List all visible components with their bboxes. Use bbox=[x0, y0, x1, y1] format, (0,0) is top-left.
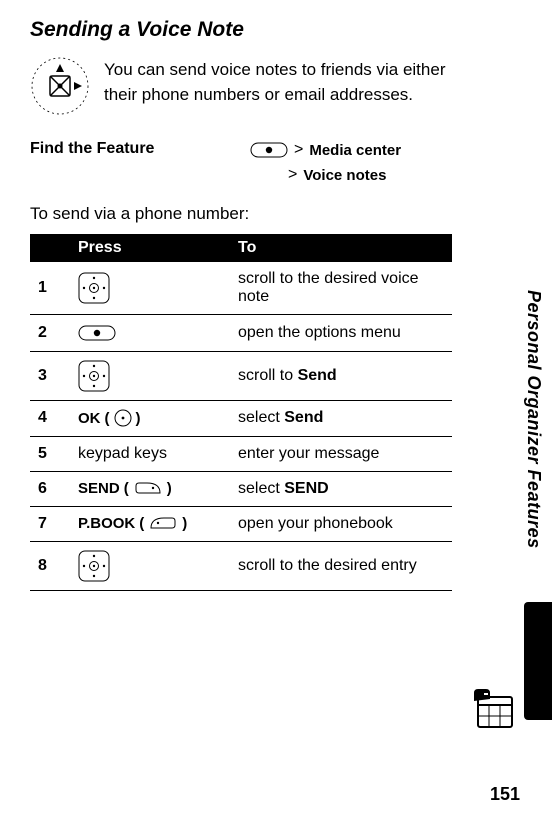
table-row: 7 P.BOOK ( ) open your phonebook bbox=[30, 506, 452, 541]
table-row: 2 open the options menu bbox=[30, 315, 452, 352]
step-number: 7 bbox=[30, 506, 70, 541]
section-title: Sending a Voice Note bbox=[30, 18, 452, 42]
path-sep: > bbox=[294, 141, 303, 159]
intro-text: You can send voice notes to friends via … bbox=[104, 56, 452, 107]
nav-key-icon bbox=[78, 360, 110, 392]
step-number: 2 bbox=[30, 315, 70, 352]
pbook-label: P.BOOK bbox=[78, 515, 135, 532]
path-sep: > bbox=[288, 166, 297, 184]
to-cell: scroll to the desired entry bbox=[230, 541, 452, 590]
paren-close: ) bbox=[167, 480, 172, 497]
nav-key-icon bbox=[78, 550, 110, 582]
steps-table: Press To 1 scroll to the desired voice n… bbox=[30, 234, 452, 591]
table-row: 4 OK ( ) select Send bbox=[30, 401, 452, 437]
step-number: 5 bbox=[30, 436, 70, 471]
send-label: SEND bbox=[78, 480, 120, 497]
section-side-label: Personal Organizer Features bbox=[523, 290, 544, 549]
to-cell: enter your message bbox=[230, 436, 452, 471]
paren-open: ( bbox=[139, 515, 144, 532]
th-press: Press bbox=[70, 234, 230, 262]
th-blank bbox=[30, 234, 70, 262]
paren-open: ( bbox=[124, 480, 129, 497]
page-number: 151 bbox=[490, 784, 520, 805]
to-cell: select SEND bbox=[230, 471, 452, 506]
nav-key-icon bbox=[78, 272, 110, 304]
left-softkey-icon bbox=[148, 515, 178, 531]
step-number: 6 bbox=[30, 471, 70, 506]
to-cell: open your phonebook bbox=[230, 506, 452, 541]
find-feature-label: Find the Feature bbox=[30, 140, 250, 158]
table-row: 1 scroll to the desired voice note bbox=[30, 262, 452, 315]
feature-path-line1: > Media center bbox=[250, 140, 401, 160]
ok-label: OK bbox=[78, 410, 101, 427]
press-cell bbox=[70, 541, 230, 590]
right-softkey-icon bbox=[133, 480, 163, 496]
table-row: 3 scroll to Send bbox=[30, 352, 452, 401]
table-row: 8 scroll to the desired entry bbox=[30, 541, 452, 590]
subheading: To send via a phone number: bbox=[30, 204, 452, 224]
feature-path-item: Voice notes bbox=[303, 167, 386, 184]
press-cell: P.BOOK ( ) bbox=[70, 506, 230, 541]
press-cell: keypad keys bbox=[70, 436, 230, 471]
menu-key-icon bbox=[78, 323, 116, 343]
to-cell: open the options menu bbox=[230, 315, 452, 352]
feature-path-item: Media center bbox=[309, 142, 401, 159]
step-number: 4 bbox=[30, 401, 70, 437]
press-cell bbox=[70, 262, 230, 315]
paren-open: ( bbox=[105, 410, 110, 427]
thumb-tab bbox=[524, 602, 552, 720]
table-row: 5 keypad keys enter your message bbox=[30, 436, 452, 471]
network-subscription-icon bbox=[30, 56, 90, 116]
paren-close: ) bbox=[136, 410, 141, 427]
menu-key-icon bbox=[250, 140, 288, 160]
step-number: 1 bbox=[30, 262, 70, 315]
step-number: 8 bbox=[30, 541, 70, 590]
organizer-icon bbox=[472, 687, 518, 733]
step-number: 3 bbox=[30, 352, 70, 401]
to-cell: scroll to Send bbox=[230, 352, 452, 401]
table-row: 6 SEND ( ) select SEND bbox=[30, 471, 452, 506]
th-to: To bbox=[230, 234, 452, 262]
center-key-icon bbox=[114, 409, 132, 427]
paren-close: ) bbox=[182, 515, 187, 532]
feature-path-line2: > Voice notes bbox=[288, 166, 452, 184]
to-cell: scroll to the desired voice note bbox=[230, 262, 452, 315]
press-cell: SEND ( ) bbox=[70, 471, 230, 506]
press-cell bbox=[70, 352, 230, 401]
press-cell: OK ( ) bbox=[70, 401, 230, 437]
to-cell: select Send bbox=[230, 401, 452, 437]
press-cell bbox=[70, 315, 230, 352]
